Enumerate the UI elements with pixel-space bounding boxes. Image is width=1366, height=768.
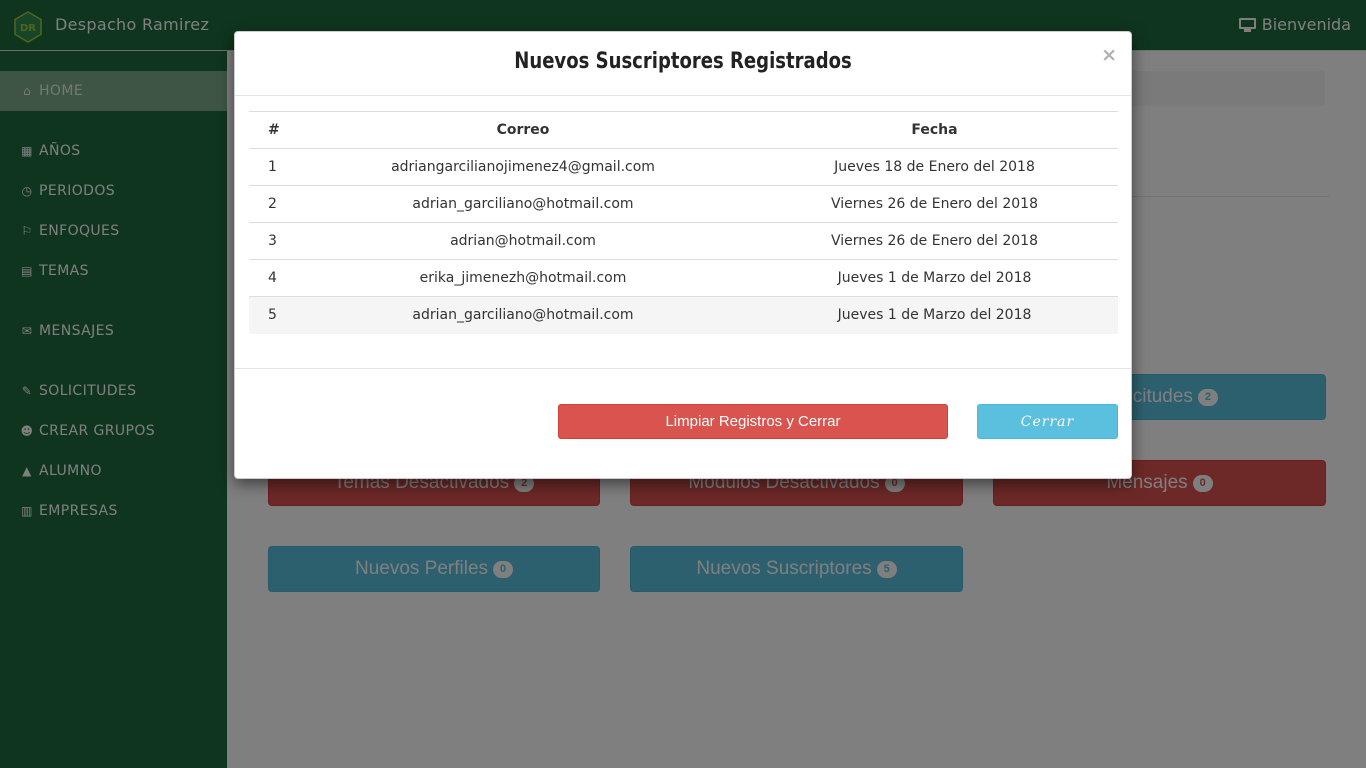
column-header-date: Fecha [751,111,1118,149]
row-date: Jueves 18 de Enero del 2018 [751,148,1118,186]
table-row: 1 adriangarcilianojimenez4@gmail.com Jue… [249,148,1118,186]
row-number: 5 [249,296,295,334]
column-header-email: Correo [295,111,751,149]
row-date: Jueves 1 de Marzo del 2018 [751,259,1118,297]
row-email: adrian_garciliano@hotmail.com [295,296,751,334]
close-button[interactable]: Cerrar [977,404,1118,439]
row-email: adriangarcilianojimenez4@gmail.com [295,148,751,186]
row-date: Jueves 1 de Marzo del 2018 [751,296,1118,334]
row-email: adrian_garciliano@hotmail.com [295,185,751,223]
table-header-row: # Correo Fecha [249,111,1118,149]
row-number: 4 [249,259,295,297]
subscribers-table: # Correo Fecha 1 adriangarcilianojimenez… [249,111,1118,334]
row-number: 1 [249,148,295,186]
column-header-number: # [249,111,295,149]
table-row: 3 adrian@hotmail.com Viernes 26 de Enero… [249,222,1118,260]
row-email: adrian@hotmail.com [295,222,751,260]
row-date: Viernes 26 de Enero del 2018 [751,222,1118,260]
row-email: erika_jimenezh@hotmail.com [295,259,751,297]
modal-header: Nuevos Suscriptores Registrados × [235,32,1131,96]
subscribers-modal: Nuevos Suscriptores Registrados × # Corr… [234,31,1132,479]
row-date: Viernes 26 de Enero del 2018 [751,185,1118,223]
close-icon[interactable]: × [1101,45,1117,65]
row-number: 3 [249,222,295,260]
modal-footer-divider [235,368,1131,369]
table-row: 2 adrian_garciliano@hotmail.com Viernes … [249,185,1118,223]
row-number: 2 [249,185,295,223]
modal-title: Nuevos Suscriptores Registrados [514,49,852,74]
table-row: 4 erika_jimenezh@hotmail.com Jueves 1 de… [249,259,1118,297]
clear-records-button[interactable]: Limpiar Registros y Cerrar [558,404,948,439]
table-row: 5 adrian_garciliano@hotmail.com Jueves 1… [249,296,1118,334]
